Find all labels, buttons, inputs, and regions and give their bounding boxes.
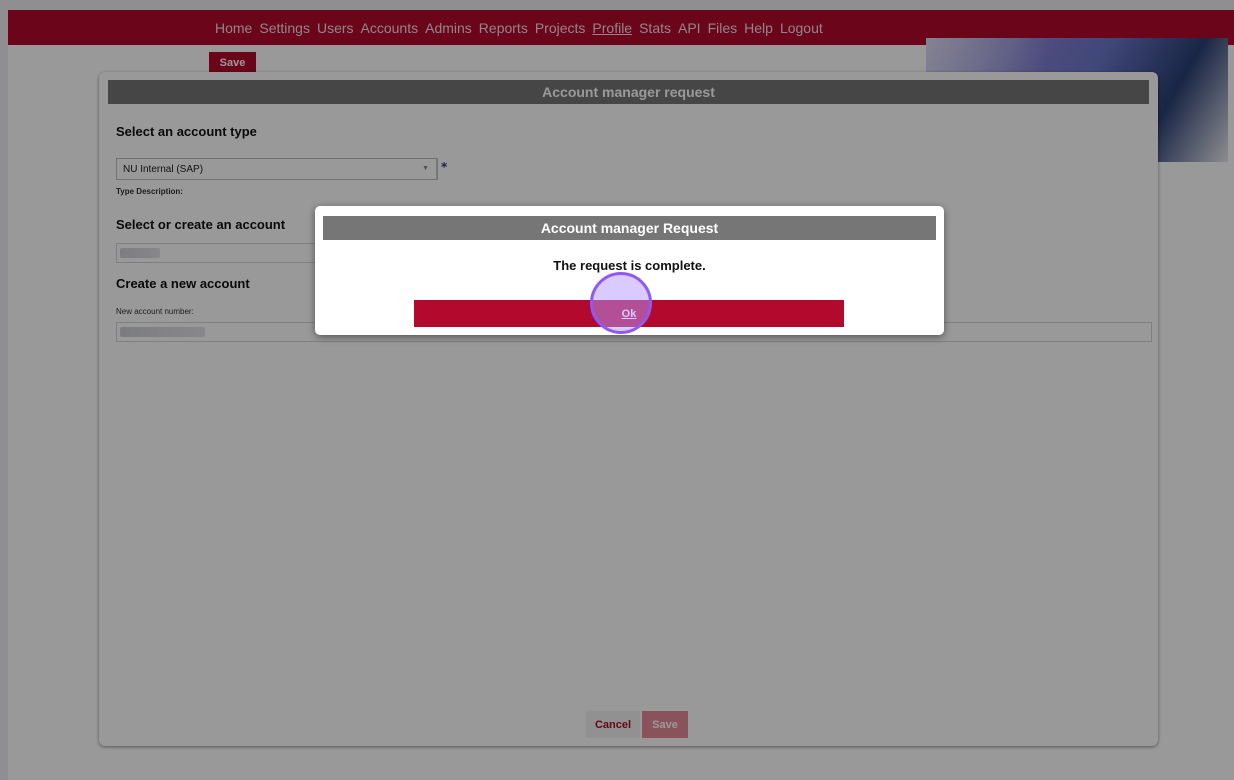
dialog-title: Account manager Request (540, 220, 719, 236)
ok-button[interactable]: Ok (414, 300, 844, 327)
dialog-message: The request is complete. (553, 258, 706, 273)
confirmation-dialog: Account manager Request The request is c… (315, 206, 944, 335)
dialog-header: Account manager Request (323, 216, 936, 240)
modal-backdrop (0, 0, 1234, 780)
